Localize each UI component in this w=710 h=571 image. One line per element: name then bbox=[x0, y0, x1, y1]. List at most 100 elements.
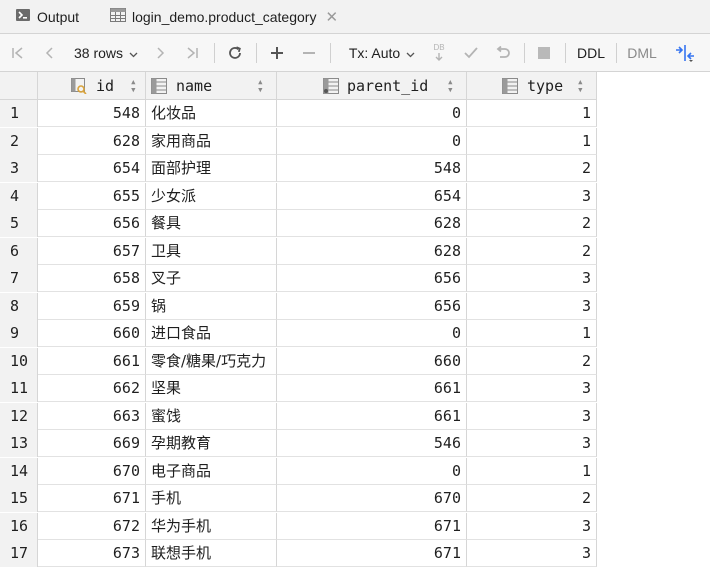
cell-id[interactable]: 669 bbox=[38, 430, 146, 457]
submit-to-database-icon[interactable]: DB bbox=[428, 34, 450, 71]
cell-id[interactable]: 654 bbox=[38, 155, 146, 182]
table-row[interactable]: 7 658 叉子 656 3 bbox=[0, 265, 597, 292]
row-number[interactable]: 5 bbox=[0, 210, 38, 237]
cell-name[interactable]: 孕期教育 bbox=[146, 430, 277, 457]
column-header-id[interactable]: id ▴ ▾ bbox=[38, 72, 146, 100]
cell-name[interactable]: 少女派 bbox=[146, 182, 277, 210]
tab-output[interactable]: Output bbox=[15, 0, 79, 33]
cell-name[interactable]: 化妆品 bbox=[146, 100, 277, 127]
cell-name[interactable]: 叉子 bbox=[146, 265, 277, 292]
cell-parent-id[interactable]: 671 bbox=[277, 512, 467, 540]
table-row[interactable]: 10 661 零食/糖果/巧克力 660 2 bbox=[0, 347, 597, 375]
cell-parent-id[interactable]: 0 bbox=[277, 127, 467, 155]
rows-count-dropdown[interactable]: 38 rows bbox=[70, 34, 142, 71]
cell-type[interactable]: 2 bbox=[467, 210, 597, 237]
row-number[interactable]: 1 bbox=[0, 100, 38, 127]
cell-type[interactable]: 3 bbox=[467, 430, 597, 457]
tab-product-category[interactable]: login_demo.product_category ✕ bbox=[110, 0, 338, 33]
cell-type[interactable]: 3 bbox=[467, 375, 597, 402]
cell-name[interactable]: 手机 bbox=[146, 485, 277, 512]
cell-type[interactable]: 1 bbox=[467, 100, 597, 127]
cell-type[interactable]: 3 bbox=[467, 292, 597, 320]
column-header-parent-id[interactable]: parent_id ▴ ▾ bbox=[277, 72, 467, 100]
cell-id[interactable]: 628 bbox=[38, 127, 146, 155]
cell-parent-id[interactable]: 661 bbox=[277, 375, 467, 402]
cell-id[interactable]: 671 bbox=[38, 485, 146, 512]
cell-id[interactable]: 659 bbox=[38, 292, 146, 320]
cell-parent-id[interactable]: 661 bbox=[277, 402, 467, 430]
next-page-icon[interactable] bbox=[150, 34, 170, 71]
cell-name[interactable]: 餐具 bbox=[146, 210, 277, 237]
refresh-icon[interactable] bbox=[224, 34, 246, 71]
row-number[interactable]: 8 bbox=[0, 292, 38, 320]
table-row[interactable]: 15 671 手机 670 2 bbox=[0, 485, 597, 512]
cell-id[interactable]: 672 bbox=[38, 512, 146, 540]
cell-type[interactable]: 3 bbox=[467, 182, 597, 210]
cell-parent-id[interactable]: 628 bbox=[277, 210, 467, 237]
cell-id[interactable]: 670 bbox=[38, 457, 146, 485]
previous-page-icon[interactable] bbox=[40, 34, 60, 71]
dml-button[interactable]: DML bbox=[623, 34, 661, 71]
cell-parent-id[interactable]: 660 bbox=[277, 347, 467, 375]
cell-name[interactable]: 联想手机 bbox=[146, 540, 277, 567]
cell-name[interactable]: 家用商品 bbox=[146, 127, 277, 155]
row-number[interactable]: 6 bbox=[0, 237, 38, 265]
cell-id[interactable]: 662 bbox=[38, 375, 146, 402]
cell-parent-id[interactable]: 548 bbox=[277, 155, 467, 182]
compare-arrows-icon[interactable] bbox=[670, 34, 700, 71]
cell-name[interactable]: 卫具 bbox=[146, 237, 277, 265]
row-number[interactable]: 4 bbox=[0, 182, 38, 210]
cell-id[interactable]: 663 bbox=[38, 402, 146, 430]
cell-type[interactable]: 2 bbox=[467, 485, 597, 512]
cell-type[interactable]: 3 bbox=[467, 402, 597, 430]
cell-parent-id[interactable]: 0 bbox=[277, 457, 467, 485]
table-row[interactable]: 6 657 卫具 628 2 bbox=[0, 237, 597, 265]
table-row[interactable]: 14 670 电子商品 0 1 bbox=[0, 457, 597, 485]
table-row[interactable]: 11 662 坚果 661 3 bbox=[0, 375, 597, 402]
row-number[interactable]: 7 bbox=[0, 265, 38, 292]
cell-name[interactable]: 坚果 bbox=[146, 375, 277, 402]
cell-parent-id[interactable]: 656 bbox=[277, 292, 467, 320]
commit-check-icon[interactable] bbox=[460, 34, 482, 71]
row-number[interactable]: 12 bbox=[0, 402, 38, 430]
cell-type[interactable]: 1 bbox=[467, 127, 597, 155]
cell-type[interactable]: 2 bbox=[467, 237, 597, 265]
table-row[interactable]: 17 673 联想手机 671 3 bbox=[0, 540, 597, 567]
column-header-name[interactable]: name ▴ ▾ bbox=[146, 72, 277, 100]
column-header-type[interactable]: type ▴ ▾ bbox=[467, 72, 597, 100]
cell-name[interactable]: 零食/糖果/巧克力 bbox=[146, 347, 277, 375]
cell-id[interactable]: 673 bbox=[38, 540, 146, 567]
table-row[interactable]: 9 660 进口食品 0 1 bbox=[0, 320, 597, 347]
cell-parent-id[interactable]: 546 bbox=[277, 430, 467, 457]
table-row[interactable]: 8 659 锅 656 3 bbox=[0, 292, 597, 320]
transaction-mode-dropdown[interactable]: Tx: Auto bbox=[340, 34, 424, 71]
cell-name[interactable]: 华为手机 bbox=[146, 512, 277, 540]
sort-arrows-icon[interactable]: ▴ ▾ bbox=[447, 76, 454, 95]
table-row[interactable]: 2 628 家用商品 0 1 bbox=[0, 127, 597, 155]
table-row[interactable]: 1 548 化妆品 0 1 bbox=[0, 100, 597, 127]
row-number[interactable]: 14 bbox=[0, 457, 38, 485]
sort-arrows-icon[interactable]: ▴ ▾ bbox=[130, 76, 137, 95]
row-number[interactable]: 13 bbox=[0, 430, 38, 457]
cell-parent-id[interactable]: 628 bbox=[277, 237, 467, 265]
cell-type[interactable]: 3 bbox=[467, 265, 597, 292]
row-number[interactable]: 17 bbox=[0, 540, 38, 567]
cell-type[interactable]: 2 bbox=[467, 347, 597, 375]
cell-parent-id[interactable]: 0 bbox=[277, 320, 467, 347]
last-page-icon[interactable] bbox=[182, 34, 202, 71]
sort-arrows-icon[interactable]: ▴ ▾ bbox=[577, 76, 584, 95]
cell-id[interactable]: 657 bbox=[38, 237, 146, 265]
table-row[interactable]: 3 654 面部护理 548 2 bbox=[0, 155, 597, 182]
delete-row-icon[interactable] bbox=[298, 34, 320, 71]
cell-name[interactable]: 进口食品 bbox=[146, 320, 277, 347]
cell-name[interactable]: 面部护理 bbox=[146, 155, 277, 182]
table-row[interactable]: 12 663 蜜饯 661 3 bbox=[0, 402, 597, 430]
cell-type[interactable]: 3 bbox=[467, 512, 597, 540]
cell-parent-id[interactable]: 654 bbox=[277, 182, 467, 210]
cell-name[interactable]: 电子商品 bbox=[146, 457, 277, 485]
table-row[interactable]: 4 655 少女派 654 3 bbox=[0, 182, 597, 210]
cell-type[interactable]: 2 bbox=[467, 155, 597, 182]
table-row[interactable]: 16 672 华为手机 671 3 bbox=[0, 512, 597, 540]
first-page-icon[interactable] bbox=[8, 34, 28, 71]
ddl-button[interactable]: DDL bbox=[572, 34, 610, 71]
